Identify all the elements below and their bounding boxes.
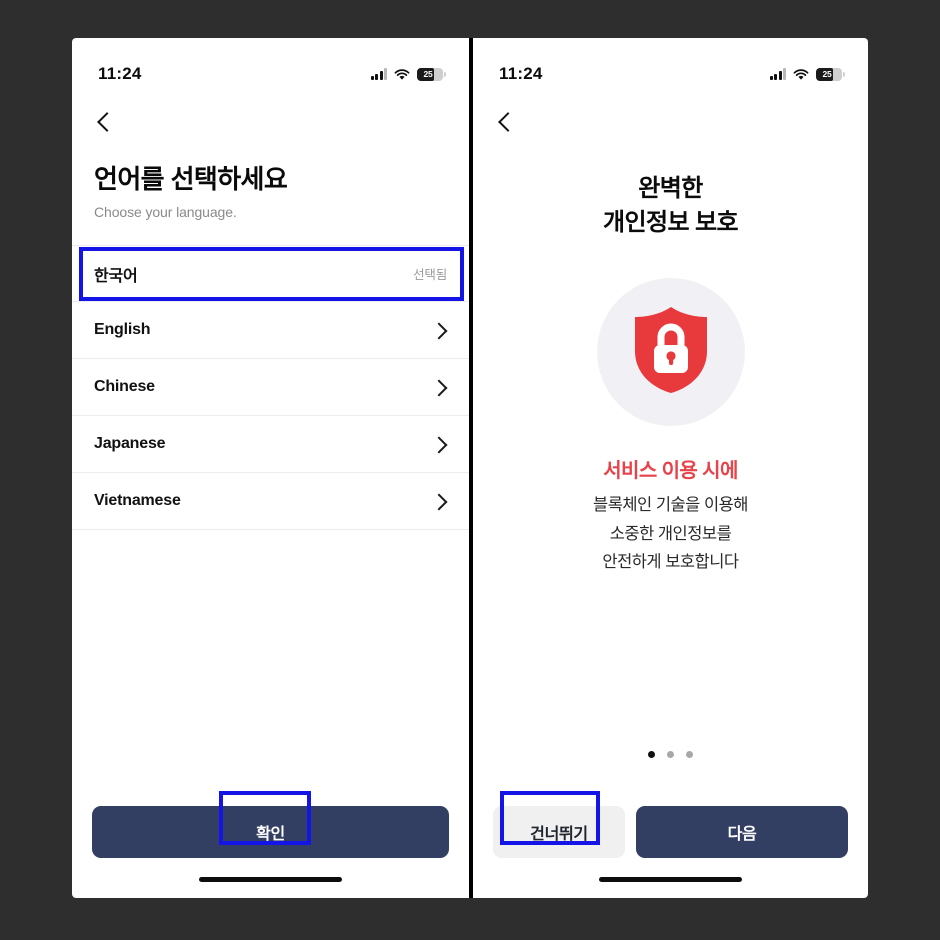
battery-icon: 25	[816, 67, 845, 81]
battery-level: 25	[423, 69, 433, 79]
confirm-button[interactable]: 확인	[92, 806, 449, 858]
pagination-dot-1[interactable]	[648, 751, 655, 758]
language-label: Chinese	[94, 378, 155, 396]
bottom-cta-right: 건너뛰기 다음	[473, 806, 868, 898]
pagination-dot-3[interactable]	[686, 751, 693, 758]
status-time: 11:24	[98, 64, 142, 83]
chevron-right-icon	[431, 493, 447, 509]
selected-badge: 선택됨	[413, 268, 447, 283]
pagination-dots	[473, 751, 868, 758]
onboarding-title-line1: 완벽한	[638, 175, 703, 202]
button-row: 건너뛰기 다음	[493, 806, 848, 858]
cellular-signal-icon	[769, 68, 786, 80]
language-option-chinese[interactable]: Chinese	[72, 359, 469, 417]
illustration-area	[473, 278, 868, 427]
page-title: 언어를 선택하세요	[94, 164, 288, 194]
language-label: 한국어	[94, 267, 138, 285]
chevron-right-icon	[431, 322, 447, 338]
wifi-icon	[793, 68, 809, 80]
status-icons: 25	[370, 67, 446, 81]
bottom-cta-left: 확인	[72, 806, 469, 898]
onboarding-title-line2: 개인정보 보호	[603, 209, 739, 237]
cellular-signal-icon	[370, 68, 387, 80]
language-label: English	[94, 321, 151, 339]
next-button[interactable]: 다음	[636, 806, 848, 858]
illustration-circle	[596, 278, 745, 427]
language-label: Japanese	[94, 435, 166, 453]
copy-highlight: 서비스 이용 시에	[603, 460, 738, 483]
battery-level: 25	[822, 69, 832, 79]
status-bar-left: 11:24 25	[72, 38, 469, 94]
status-icons: 25	[769, 67, 845, 81]
chevron-left-icon	[94, 112, 114, 132]
shield-lock-icon	[629, 304, 713, 401]
home-indicator	[599, 877, 742, 882]
copy-body-line3: 안전하게 보호합니다	[602, 552, 739, 571]
onboarding-copy: 서비스 이용 시에 블록체인 기술을 이용해 소중한 개인정보를 안전하게 보호…	[473, 454, 868, 576]
chevron-right-icon	[431, 436, 447, 452]
copy-body: 블록체인 기술을 이용해 소중한 개인정보를 안전하게 보호합니다	[473, 491, 868, 576]
language-header: 언어를 선택하세요 Choose your language.	[72, 150, 469, 220]
skip-button[interactable]: 건너뛰기	[493, 806, 625, 858]
wifi-icon	[394, 68, 410, 80]
pagination-dot-2[interactable]	[667, 751, 674, 758]
chevron-right-icon	[431, 379, 447, 395]
copy-body-line2: 소중한 개인정보를	[609, 524, 732, 543]
phone-screenshot-stage: 11:24 25 언어를 선택하세요 Choose your language.	[72, 38, 868, 898]
language-option-japanese[interactable]: Japanese	[72, 416, 469, 474]
back-button-left[interactable]	[72, 94, 469, 150]
back-button-right[interactable]	[473, 94, 868, 150]
copy-body-line1: 블록체인 기술을 이용해	[593, 496, 748, 515]
language-list: 한국어 선택됨 English Chinese Japanese Vietnam…	[72, 245, 469, 531]
status-time: 11:24	[499, 64, 543, 83]
home-indicator	[199, 877, 342, 882]
language-option-english[interactable]: English	[72, 302, 469, 360]
language-selection-screen: 11:24 25 언어를 선택하세요 Choose your language.	[72, 38, 471, 898]
language-option-korean[interactable]: 한국어 선택됨	[72, 245, 469, 303]
onboarding-title: 완벽한 개인정보 보호	[473, 172, 868, 240]
language-option-vietnamese[interactable]: Vietnamese	[72, 473, 469, 531]
privacy-onboarding-screen: 11:24 25 완벽한 개인정보 보호 서비스 이용 시에 블록체인 기술을 …	[471, 38, 868, 898]
battery-icon: 25	[417, 67, 446, 81]
status-bar-right: 11:24 25	[473, 38, 868, 94]
language-label: Vietnamese	[94, 492, 181, 510]
chevron-left-icon	[495, 112, 515, 132]
page-subtitle: Choose your language.	[94, 204, 237, 221]
